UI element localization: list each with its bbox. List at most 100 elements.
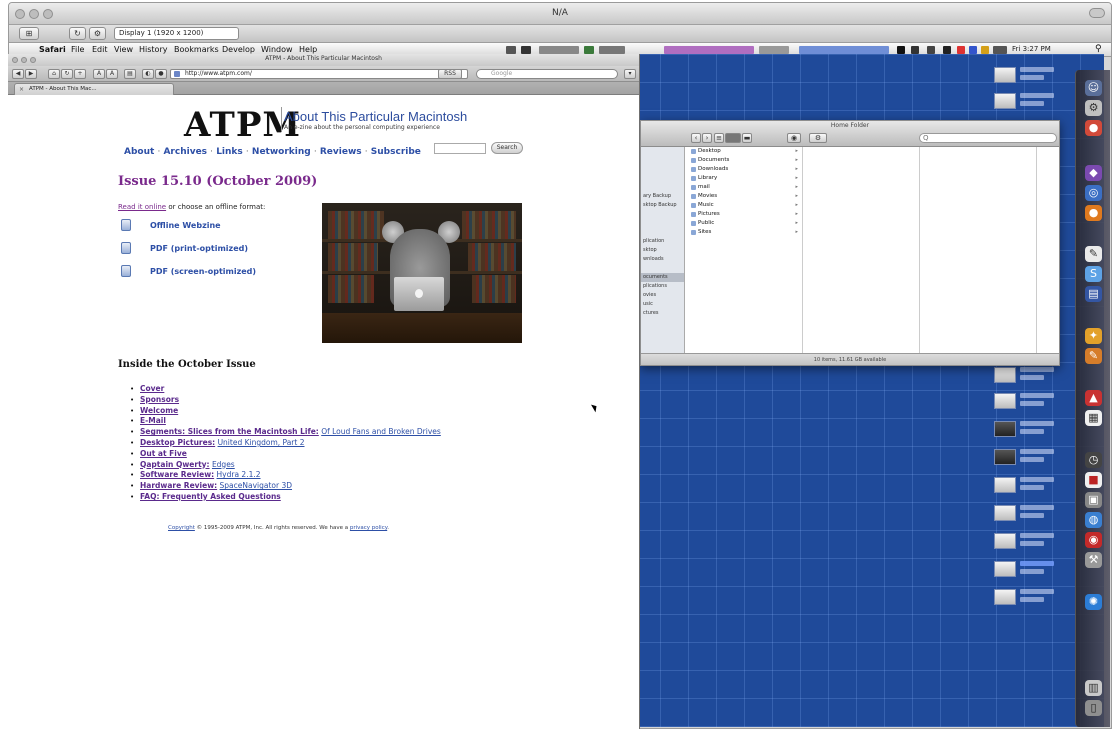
back-button[interactable]: ◀: [12, 69, 24, 79]
finder-folder-row[interactable]: Music ▸: [688, 201, 802, 210]
menu-extra-icon[interactable]: [506, 46, 516, 54]
desktop-file[interactable]: [994, 502, 1054, 524]
action-button[interactable]: ⚙: [809, 133, 827, 143]
clock-icon[interactable]: ◷: [1085, 452, 1102, 468]
view-icon-button[interactable]: ≡: [714, 133, 724, 143]
desktop-file[interactable]: [994, 90, 1054, 112]
nav-links[interactable]: Links: [216, 147, 243, 157]
firefox-icon[interactable]: ●: [1085, 205, 1102, 221]
nav-archives[interactable]: Archives: [163, 147, 207, 157]
ical-icon[interactable]: ■: [1085, 472, 1102, 488]
desktop-file[interactable]: [994, 558, 1054, 580]
finder-sidebar-item[interactable]: sktop Backup: [641, 201, 684, 210]
toolbar-icon[interactable]: A: [93, 69, 105, 79]
finder-search-field[interactable]: Q: [919, 133, 1057, 143]
app-icon[interactable]: ◆: [1085, 165, 1102, 181]
menu-file[interactable]: File: [71, 45, 84, 54]
tab-close-icon[interactable]: ×: [19, 84, 24, 95]
app-icon[interactable]: ▲: [1085, 390, 1102, 406]
site-title[interactable]: About This Particular Macintosh: [284, 109, 467, 124]
finder-folder-row[interactable]: Public ▸: [688, 219, 802, 228]
desktop-file[interactable]: [994, 530, 1054, 552]
menu-extra-icon[interactable]: [599, 46, 625, 54]
issue-link[interactable]: Hardware Review:: [140, 481, 217, 490]
finder-sidebar-item[interactable]: usic: [641, 300, 684, 309]
quick-look-button[interactable]: ◉: [787, 133, 801, 143]
issue-link[interactable]: Desktop Pictures:: [140, 438, 215, 447]
finder-folder-row[interactable]: Desktop ▸: [688, 147, 802, 156]
add-bookmark-icon[interactable]: +: [74, 69, 86, 79]
finder-sidebar-item[interactable]: plication: [641, 237, 684, 246]
menu-extra-icon[interactable]: [521, 46, 531, 54]
toolbar-icon[interactable]: ◐: [142, 69, 154, 79]
safari-icon[interactable]: ◎: [1085, 185, 1102, 201]
finder-sidebar-item[interactable]: wnloads: [641, 255, 684, 264]
page-menu-icon[interactable]: ▾: [624, 69, 636, 79]
finder-sidebar-item[interactable]: [641, 336, 684, 345]
menu-app-name[interactable]: Safari: [39, 45, 66, 54]
desktop-file[interactable]: [994, 390, 1054, 412]
menu-history[interactable]: History: [139, 45, 167, 54]
format-link-offline-webzine[interactable]: Offline Webzine: [150, 221, 221, 230]
tab-atpm[interactable]: × ATPM - About This Mac...: [14, 83, 174, 95]
network-icon[interactable]: ✺: [1085, 594, 1102, 610]
issue-sublink[interactable]: Edges: [212, 460, 235, 469]
issue-sublink[interactable]: United Kingdom, Part 2: [218, 438, 305, 447]
desktop-file[interactable]: [994, 418, 1054, 440]
system-preferences-icon[interactable]: ⚙: [1085, 100, 1102, 116]
cover-image[interactable]: [322, 203, 522, 343]
menu-view[interactable]: View: [114, 45, 133, 54]
finder-folder-row[interactable]: mail ▸: [688, 183, 802, 192]
menu-extra-icon[interactable]: [943, 46, 951, 54]
search-field[interactable]: Google: [476, 69, 618, 79]
display-select[interactable]: Display 1 (1920 x 1200): [114, 27, 239, 40]
finder-sidebar-item[interactable]: ovies: [641, 291, 684, 300]
desktop-file[interactable]: [994, 64, 1054, 86]
menu-extra-icon[interactable]: [759, 46, 789, 54]
issue-link[interactable]: Qaptain Qwerty:: [140, 460, 210, 469]
site-search-button[interactable]: Search: [491, 142, 523, 154]
finder-sidebar-item[interactable]: sktop: [641, 246, 684, 255]
issue-link[interactable]: Cover: [140, 384, 164, 393]
toolbar-icon[interactable]: ●: [155, 69, 167, 79]
menu-extra-icon[interactable]: [981, 46, 989, 54]
format-link-pdf-print[interactable]: PDF (print-optimized): [150, 244, 248, 253]
desktop-file[interactable]: [994, 446, 1054, 468]
issue-link[interactable]: Sponsors: [140, 395, 179, 404]
menu-extra-icon[interactable]: [969, 46, 977, 54]
finder-sidebar-item[interactable]: ary Backup: [641, 192, 684, 201]
nav-subscribe[interactable]: Subscribe: [371, 147, 421, 157]
desktop-file[interactable]: [994, 364, 1054, 386]
read-online-link[interactable]: Read it online: [118, 203, 166, 211]
finder-sidebar-item[interactable]: plications: [641, 282, 684, 291]
issue-sublink[interactable]: Of Loud Fans and Broken Drives: [321, 427, 441, 436]
nav-networking[interactable]: Networking: [252, 147, 311, 157]
screen-icon[interactable]: ⊞: [19, 27, 39, 40]
spotlight-search-icon[interactable]: ⚲: [1095, 44, 1102, 54]
menu-extra-icon[interactable]: [897, 46, 905, 54]
volume-icon[interactable]: [927, 46, 935, 54]
finder-sidebar-item[interactable]: [641, 219, 684, 228]
app-icon[interactable]: ✎: [1085, 348, 1102, 364]
finder-sidebar-item[interactable]: [641, 183, 684, 192]
finder-sidebar-item[interactable]: [641, 228, 684, 237]
utility-icon[interactable]: ⚒: [1085, 552, 1102, 568]
battery-icon[interactable]: [993, 46, 1007, 54]
menu-extra-icon[interactable]: [957, 46, 965, 54]
forward-button[interactable]: ▶: [25, 69, 37, 79]
toolbar-toggle-button[interactable]: [1089, 8, 1105, 18]
finder-sidebar-item[interactable]: [641, 210, 684, 219]
finder-icon[interactable]: ☺: [1085, 80, 1102, 96]
menu-edit[interactable]: Edit: [92, 45, 108, 54]
skype-icon[interactable]: S: [1085, 266, 1102, 282]
finder-folder-row[interactable]: Library ▸: [688, 174, 802, 183]
finder-sidebar-item[interactable]: [641, 147, 684, 156]
menu-develop[interactable]: Develop: [222, 45, 255, 54]
finder-sidebar-item[interactable]: ctures: [641, 309, 684, 318]
nav-reviews[interactable]: Reviews: [320, 147, 362, 157]
format-link-pdf-screen[interactable]: PDF (screen-optimized): [150, 267, 256, 276]
issue-link[interactable]: Welcome: [140, 406, 178, 415]
finder-sidebar-item[interactable]: ocuments: [641, 273, 684, 282]
print-icon[interactable]: ▤: [124, 69, 136, 79]
back-button[interactable]: ‹: [691, 133, 701, 143]
